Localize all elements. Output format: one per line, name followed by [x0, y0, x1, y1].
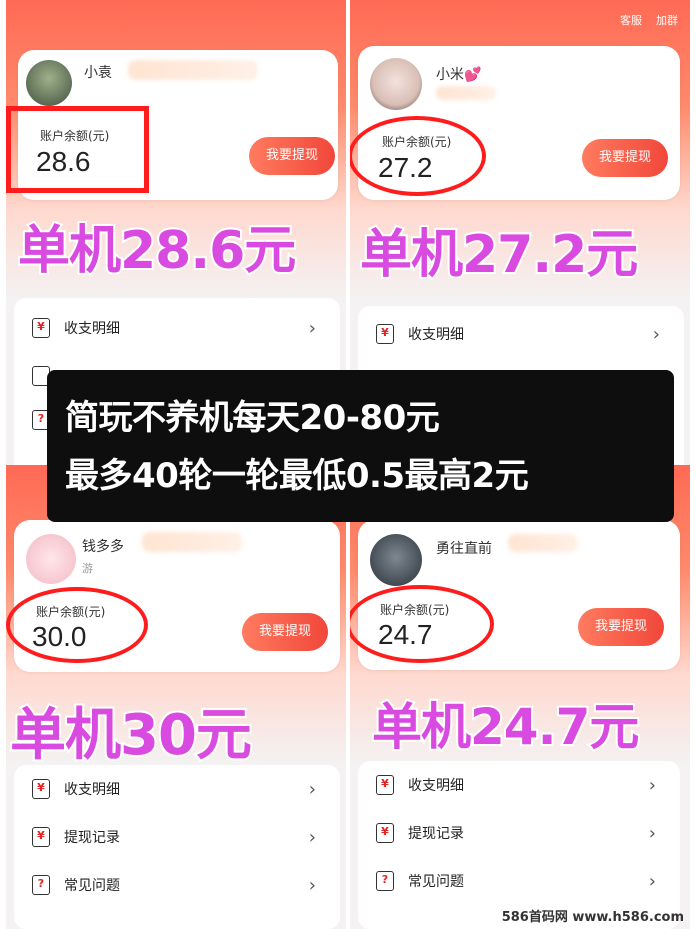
site-watermark: 586首码网 www.h586.com [501, 910, 684, 925]
chevron-right-icon: › [648, 870, 656, 892]
earning-caption: 单机27.2元 [358, 223, 640, 287]
user-subtitle: 游 [82, 562, 93, 575]
avatar [26, 534, 76, 584]
balance-value: 30.0 [32, 621, 87, 652]
panel-bottom-right: 勇往直前 账户余额(元) 24.7 我要提现 单机24.7元 ¥ 收支明细 › … [350, 465, 690, 929]
withdraw-button[interactable]: 我要提现 [242, 613, 328, 651]
chevron-right-icon: › [308, 778, 316, 800]
username: 勇往直前 [436, 541, 492, 557]
promo-line-1: 简玩不养机每天20-80元 [65, 398, 440, 438]
balance-value: 28.6 [36, 146, 91, 177]
withdraw-button[interactable]: 我要提现 [578, 608, 664, 646]
receipt-icon: ¥ [376, 775, 394, 795]
menu-withdraw-records[interactable]: ¥ 提现记录 › [14, 813, 340, 861]
redacted-info [436, 86, 496, 100]
avatar [370, 58, 422, 110]
service-link[interactable]: 客服 [620, 12, 642, 28]
clipboard-icon: ¥ [376, 823, 394, 843]
panel-bottom-left: 钱多多 游 账户余额(元) 30.0 我要提现 单机30元 ¥ 收支明细 › ¥… [6, 465, 346, 929]
top-actions: 客服 加群 [620, 2, 678, 28]
redacted-info [508, 534, 578, 552]
menu-card: ¥ 收支明细 › ¥ 提现记录 › ? 常见问题 › [14, 765, 340, 929]
menu-income[interactable]: ¥ 收支明细 › [14, 304, 340, 352]
menu-label: 提现记录 [408, 826, 464, 842]
group-link[interactable]: 加群 [656, 12, 678, 28]
balance-label: 账户余额(元) [40, 129, 110, 143]
menu-income[interactable]: ¥ 收支明细 › [14, 765, 340, 813]
withdraw-button[interactable]: 我要提现 [249, 137, 335, 175]
menu-faq[interactable]: ? 常见问题 › [14, 861, 340, 909]
promo-line-2: 最多40轮一轮最低0.5最高2元 [65, 456, 529, 496]
earning-caption: 单机28.6元 [16, 219, 298, 283]
receipt-icon: ¥ [32, 779, 50, 799]
balance-value: 27.2 [378, 152, 433, 183]
menu-faq[interactable]: ? 常见问题 › [358, 857, 680, 905]
receipt-icon: ¥ [32, 318, 50, 338]
chevron-right-icon: › [648, 822, 656, 844]
chevron-right-icon: › [648, 774, 656, 796]
chevron-right-icon: › [308, 874, 316, 896]
earning-caption: 单机24.7元 [370, 696, 641, 758]
menu-label: 收支明细 [64, 321, 120, 337]
menu-income[interactable]: ¥ 收支明细 › [358, 310, 684, 358]
question-icon: ? [376, 871, 394, 891]
clipboard-icon: ¥ [32, 827, 50, 847]
redacted-info [128, 60, 258, 80]
balance-label: 账户余额(元) [36, 605, 106, 619]
chevron-right-icon: › [308, 317, 316, 339]
menu-label: 常见问题 [64, 878, 120, 894]
menu-income[interactable]: ¥ 收支明细 › [358, 761, 680, 809]
menu-label: 提现记录 [64, 830, 120, 846]
receipt-icon: ¥ [376, 324, 394, 344]
chevron-right-icon: › [308, 826, 316, 848]
menu-withdraw-records[interactable]: ¥ 提现记录 › [358, 809, 680, 857]
withdraw-button[interactable]: 我要提现 [582, 139, 668, 177]
balance-label: 账户余额(元) [380, 603, 450, 617]
earning-caption: 单机30元 [8, 701, 254, 770]
menu-label: 收支明细 [64, 782, 120, 798]
avatar [26, 60, 72, 106]
menu-label: 收支明细 [408, 778, 464, 794]
username: 钱多多 [82, 539, 124, 555]
balance-value: 24.7 [378, 619, 433, 650]
username: 小袁 [84, 65, 112, 81]
question-icon: ? [32, 875, 50, 895]
chevron-right-icon: › [652, 323, 660, 345]
promo-overlay: 简玩不养机每天20-80元 最多40轮一轮最低0.5最高2元 [47, 370, 674, 522]
redacted-info [142, 532, 242, 552]
balance-label: 账户余额(元) [382, 135, 452, 149]
menu-label: 常见问题 [408, 874, 464, 890]
menu-card: ¥ 收支明细 › ¥ 提现记录 › ? 常见问题 › [358, 761, 680, 929]
username: 小米💕 [436, 67, 482, 83]
avatar [370, 534, 422, 586]
menu-label: 收支明细 [408, 327, 464, 343]
